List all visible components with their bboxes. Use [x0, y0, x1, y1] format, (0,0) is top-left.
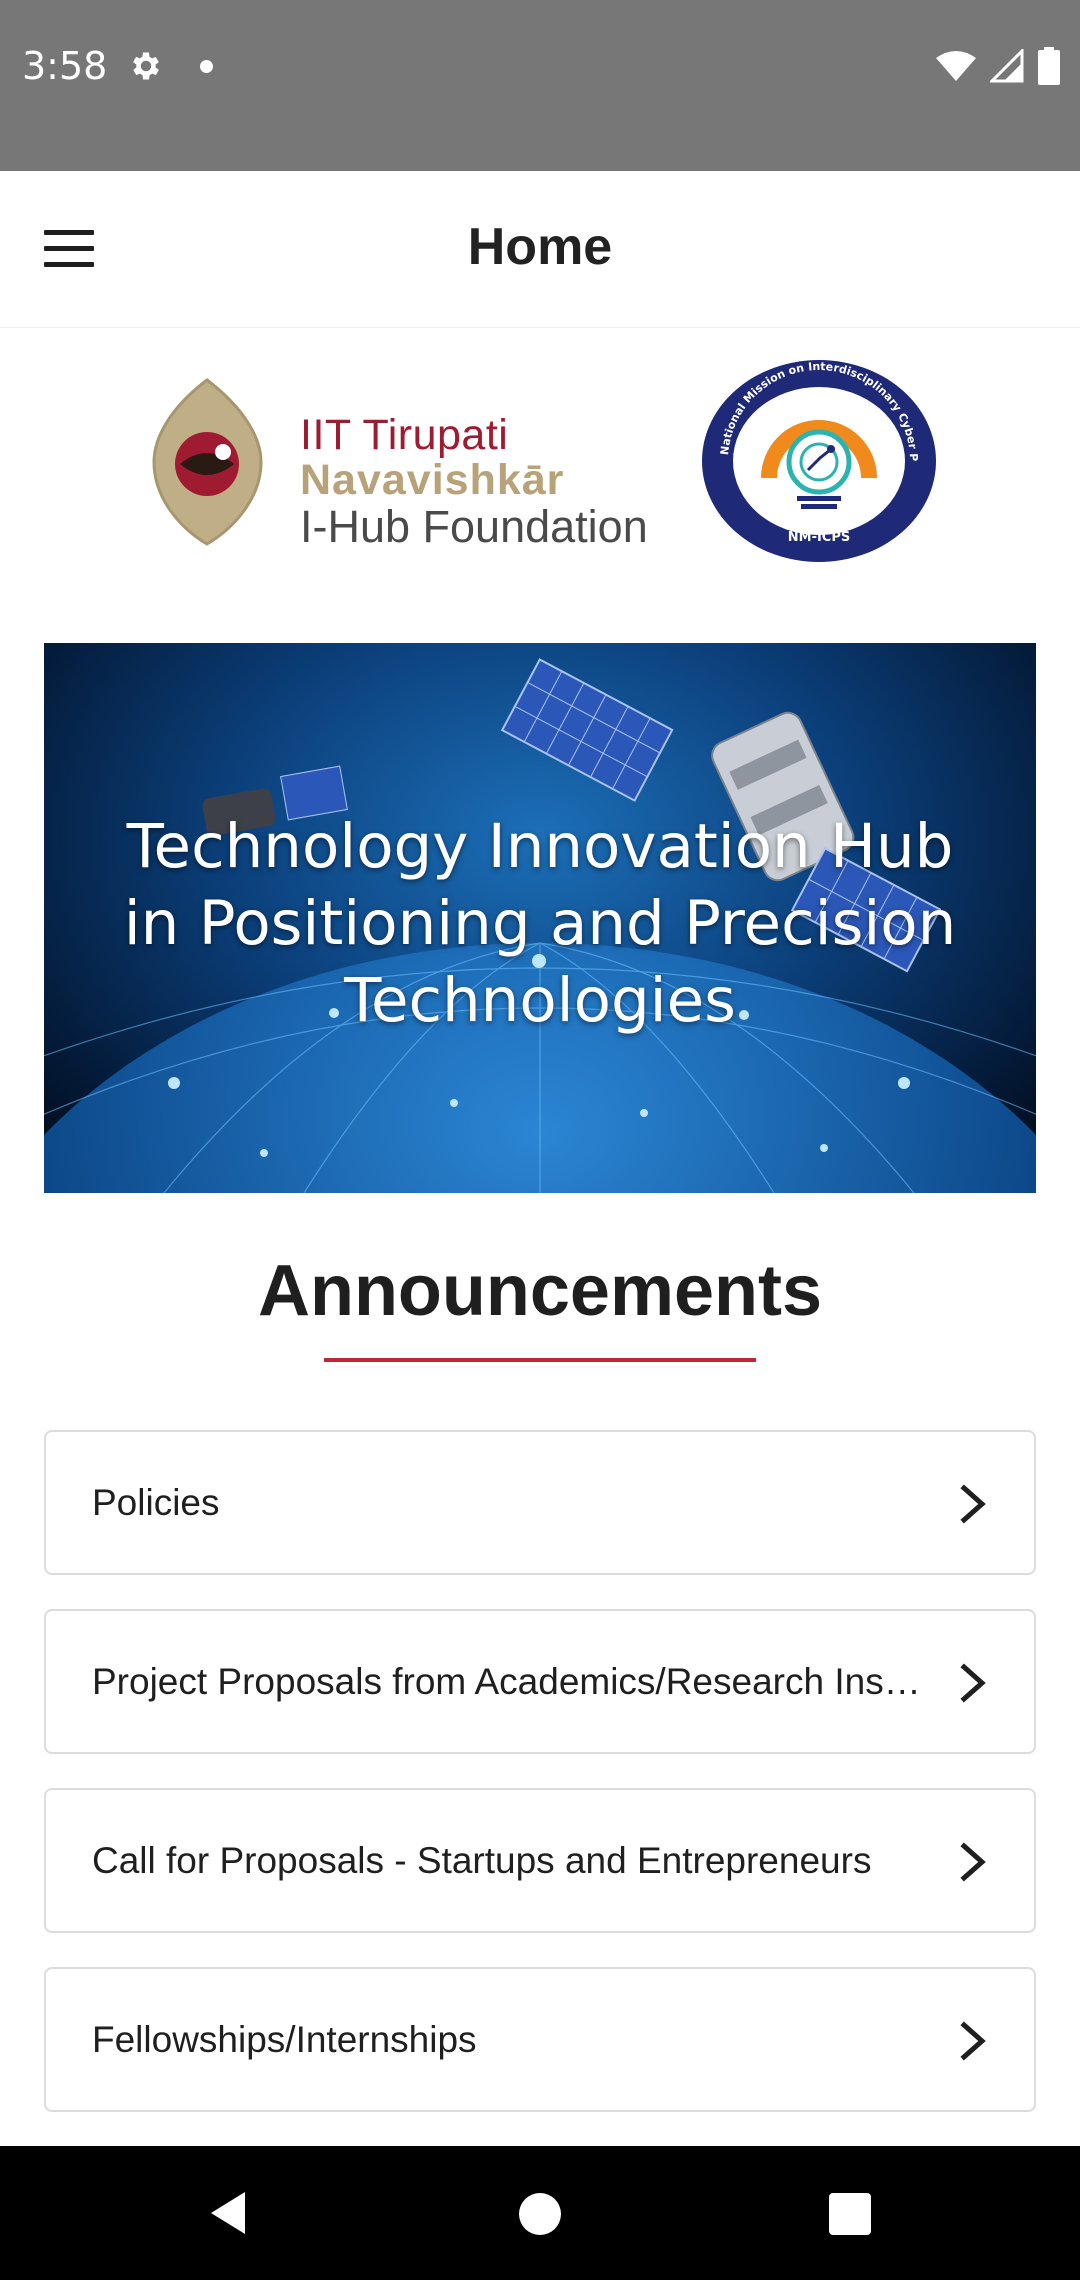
status-bar: 3:58	[0, 0, 1080, 171]
status-time: 3:58	[22, 44, 108, 88]
banner-line-1: Technology Innovation Hub	[126, 811, 954, 882]
announcement-label: Project Proposals from Academics/Researc…	[92, 1661, 924, 1702]
chevron-right-icon	[960, 1663, 986, 1703]
page-title: Home	[467, 218, 613, 276]
chevron-right-icon	[960, 1842, 986, 1882]
announcement-label: Fellowships/Internships	[92, 2019, 477, 2060]
back-icon[interactable]	[205, 2188, 249, 2238]
announcement-item-project-proposals[interactable]: Project Proposals from Academics/Researc…	[44, 1609, 1036, 1754]
nm-icps-short-name: NM-ICPS	[788, 530, 850, 545]
chevron-right-icon	[960, 1484, 986, 1524]
iit-line-2: Navavishkār	[300, 456, 565, 504]
iit-line-3: I-Hub Foundation	[300, 501, 648, 552]
settings-icon	[133, 52, 159, 80]
logo-row: IIT Tirupati Navavishkār I-Hub Foundatio…	[0, 350, 1080, 580]
announcement-item-policies[interactable]: Policies	[44, 1430, 1036, 1575]
iit-wordmark: IIT Tirupati Navavishkār I-Hub Foundatio…	[300, 411, 648, 552]
nm-icps-logo: National Mission on Interdisciplinary Cy…	[700, 358, 936, 562]
iit-line-1: IIT Tirupati	[300, 411, 509, 459]
announcement-item-fellowships[interactable]: Fellowships/Internships	[44, 1967, 1036, 2112]
announcement-label: Call for Proposals - Startups and Entrep…	[92, 1840, 872, 1881]
battery-icon	[1038, 47, 1060, 85]
announcement-label: Policies	[92, 1482, 220, 1523]
announcements-underline	[324, 1358, 756, 1362]
iit-tirupati-emblem-icon	[152, 378, 263, 546]
system-nav-bar	[0, 2146, 1080, 2280]
announcement-item-call-for-proposals[interactable]: Call for Proposals - Startups and Entrep…	[44, 1788, 1036, 1933]
chevron-right-icon	[960, 2021, 986, 2061]
banner-line-2: in Positioning and Precision	[123, 888, 957, 959]
banner-headline: Technology Innovation Hub in Positioning…	[44, 808, 1036, 1039]
hero-banner: Technology Innovation Hub in Positioning…	[44, 643, 1036, 1193]
app-bar: Home	[0, 171, 1080, 328]
signal-icon	[990, 49, 1024, 83]
notification-dot-icon	[200, 60, 213, 73]
wifi-icon	[936, 51, 976, 81]
status-icons	[936, 46, 1060, 86]
announcement-list: Policies Project Proposals from Academic…	[44, 1430, 1036, 2146]
recents-icon[interactable]	[829, 2193, 871, 2235]
home-icon[interactable]	[519, 2193, 561, 2235]
announcements-title: Announcements	[257, 1251, 823, 1331]
banner-line-3: Technologies	[344, 965, 736, 1036]
